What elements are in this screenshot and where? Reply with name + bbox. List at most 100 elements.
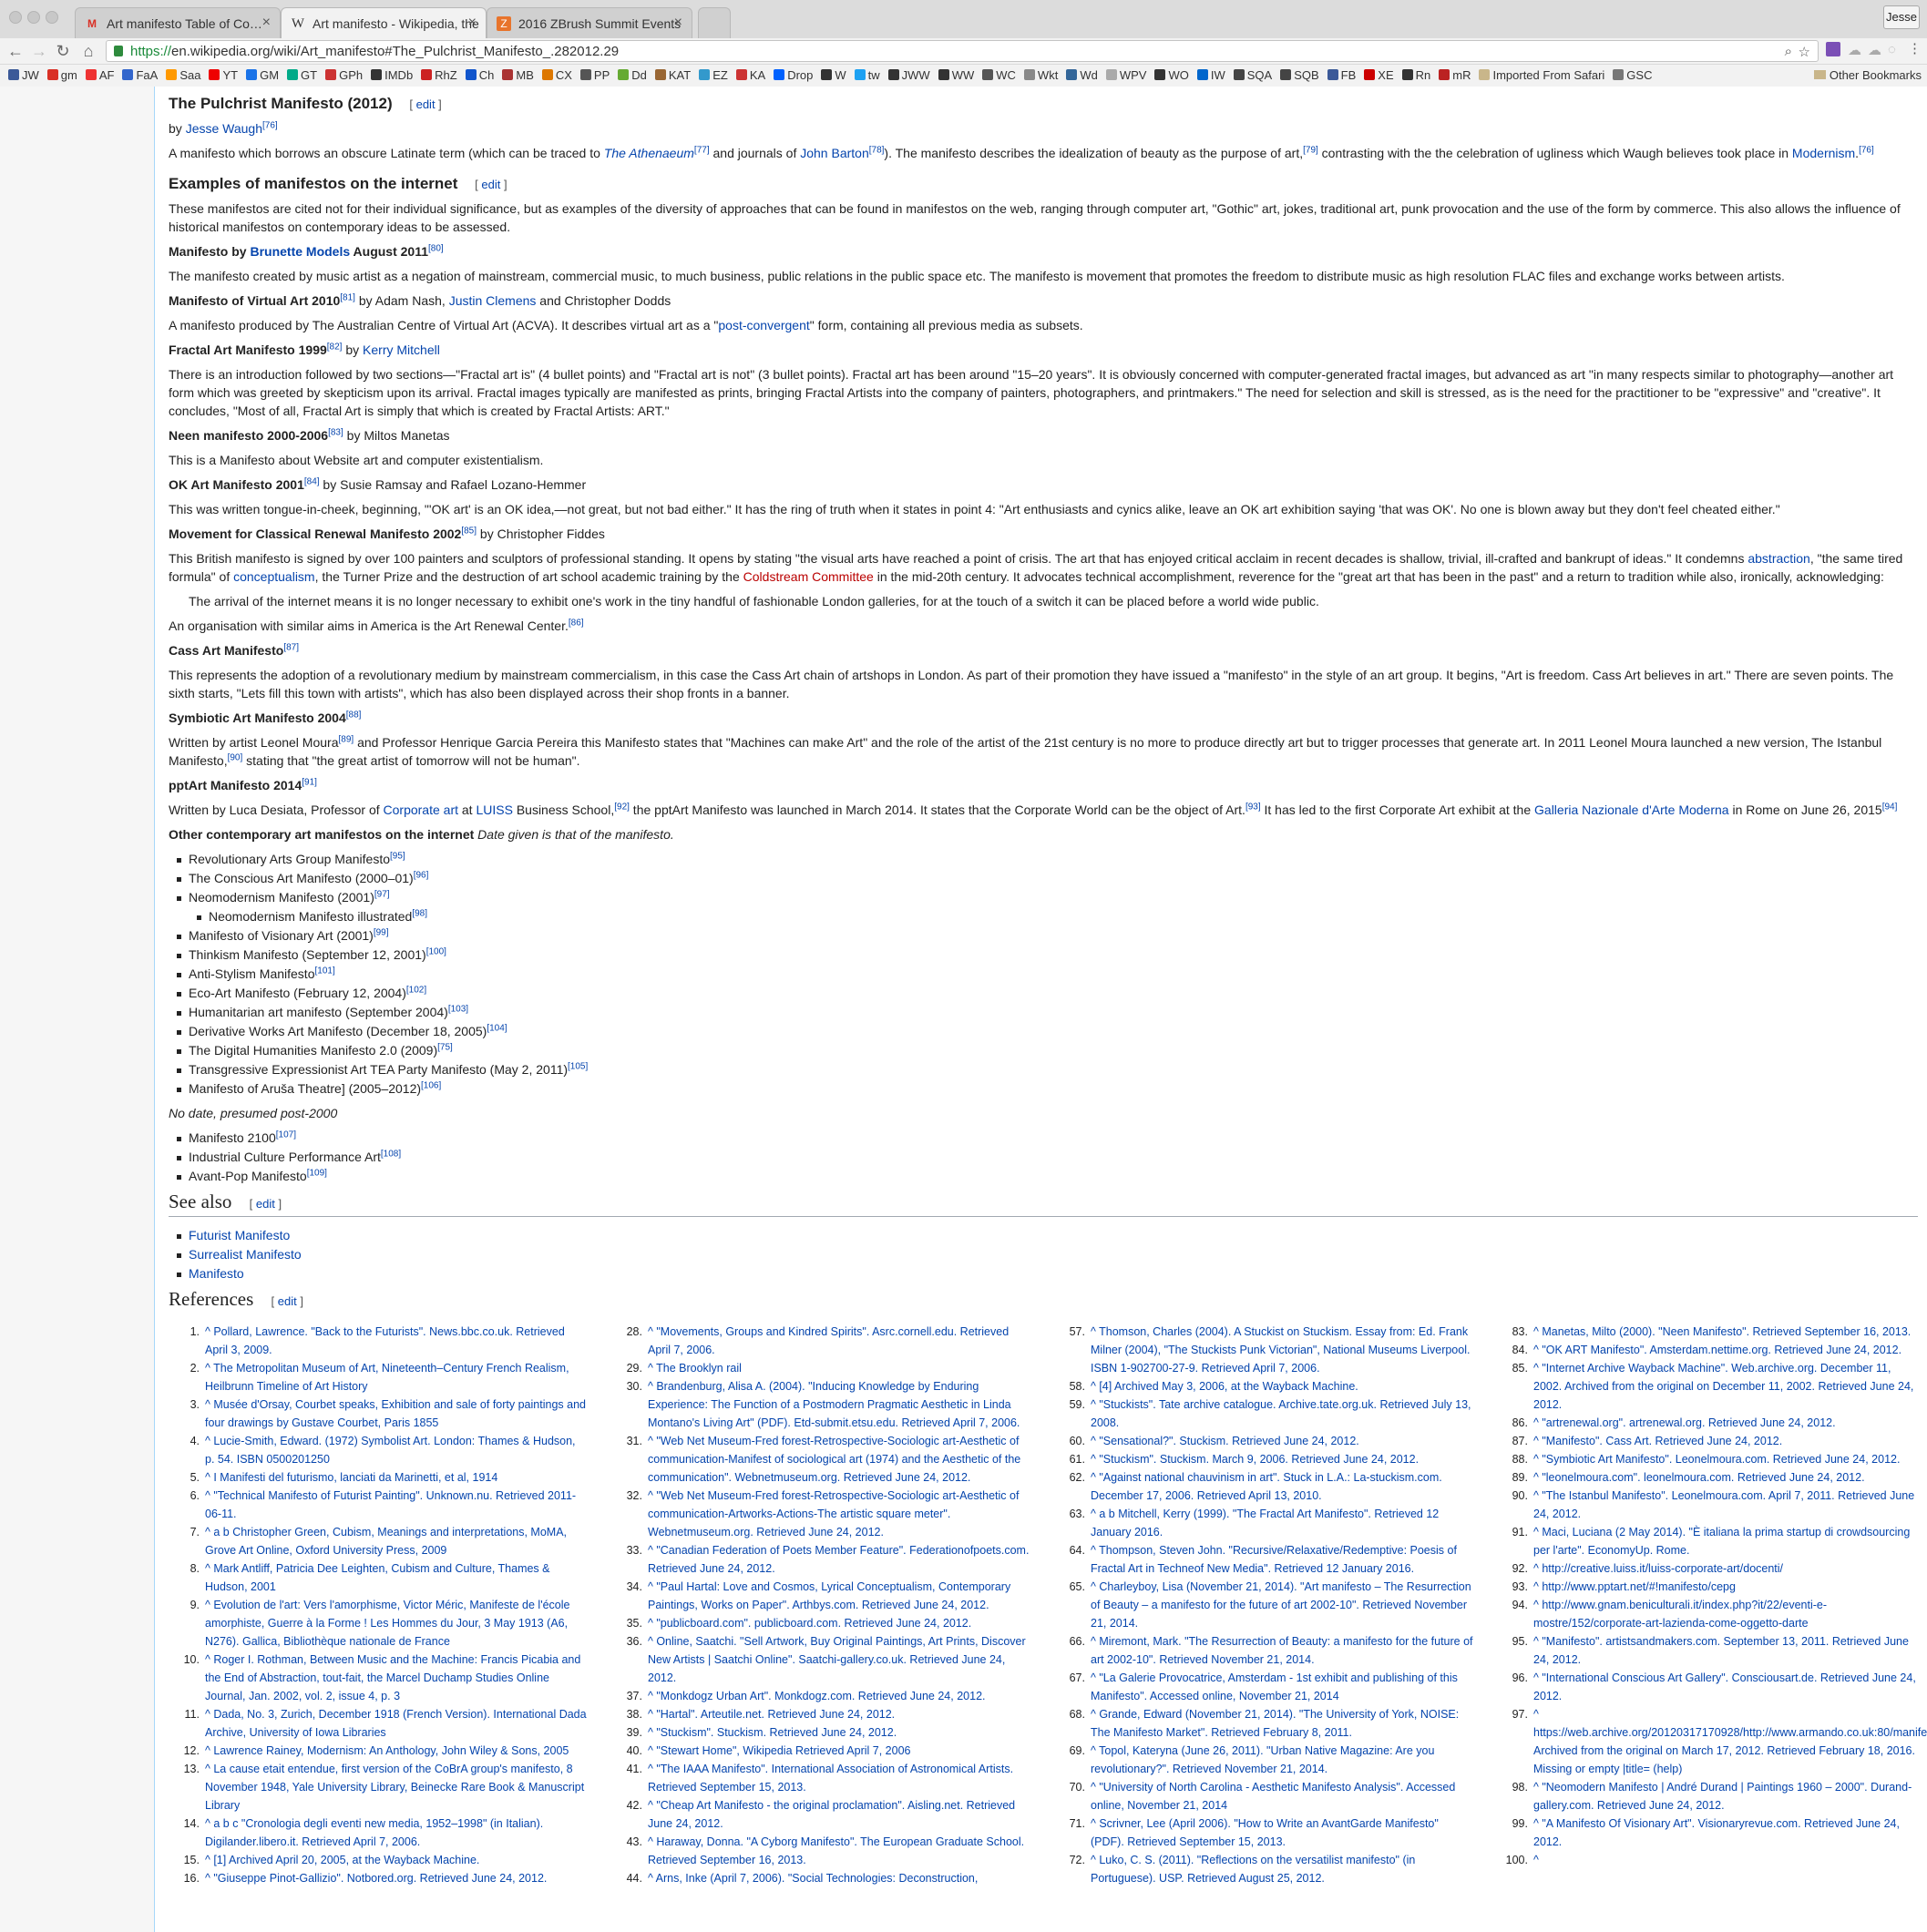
bookmark-kat[interactable]: KAT	[654, 65, 691, 87]
citation[interactable]: [88]	[346, 710, 362, 720]
bookmark-mr[interactable]: mR	[1439, 65, 1471, 87]
zoom-window-button[interactable]	[46, 11, 58, 24]
reference-text[interactable]: ^ "Paul Hartal: Love and Cosmos, Lyrical…	[648, 1580, 1010, 1611]
reference-text[interactable]: ^ "Sensational?". Stuckism. Retrieved Ju…	[1091, 1435, 1359, 1447]
reference-text[interactable]: ^ Musée d'Orsay, Courbet speaks, Exhibit…	[205, 1398, 586, 1429]
citation[interactable]: [83]	[328, 427, 343, 437]
bookmark-sqa[interactable]: SQA	[1233, 65, 1272, 87]
citation[interactable]: [75]	[437, 1042, 453, 1052]
john-barton-link[interactable]: John Barton	[800, 146, 869, 160]
citation[interactable]: [95]	[390, 851, 405, 861]
reference-text[interactable]: ^ The Metropolitan Museum of Art, Ninete…	[205, 1362, 569, 1393]
citation[interactable]: [103]	[448, 1004, 468, 1014]
reference-text[interactable]: ^ Lawrence Rainey, Modernism: An Antholo…	[205, 1744, 569, 1757]
reference-text[interactable]: ^ Thomson, Charles (2004). A Stuckist on…	[1091, 1325, 1470, 1375]
reference-text[interactable]: ^ "Giuseppe Pinot-Gallizio". Notbored.or…	[205, 1872, 547, 1885]
new-tab-button[interactable]	[698, 7, 731, 38]
reference-text[interactable]: ^ "University of North Carolina - Aesthe…	[1091, 1781, 1455, 1812]
bookmark-ez[interactable]: EZ	[699, 65, 728, 87]
bookmark-rn[interactable]: Rn	[1401, 65, 1430, 87]
reference-text[interactable]: ^ "International Conscious Art Gallery".…	[1533, 1671, 1916, 1702]
menu-icon[interactable]: ⋮	[1908, 40, 1922, 56]
reference-text[interactable]: ^ https://web.archive.org/20120317170928…	[1533, 1708, 1927, 1775]
justin-clemens-link[interactable]: Justin Clemens	[449, 293, 537, 308]
see-also-link[interactable]: Surrealist Manifesto	[189, 1247, 302, 1262]
author-link[interactable]: Jesse Waugh	[186, 121, 262, 136]
citation[interactable]: [94]	[1882, 802, 1898, 812]
citation[interactable]: [91]	[302, 777, 317, 787]
bookmark-rhz[interactable]: RhZ	[421, 65, 457, 87]
reference-text[interactable]: ^ I Manifesti del futurismo, lanciati da…	[205, 1471, 497, 1484]
citation[interactable]: [100]	[426, 946, 446, 956]
reference-text[interactable]: ^ Grande, Edward (November 21, 2014). "T…	[1091, 1708, 1459, 1739]
citation[interactable]: [96]	[414, 870, 429, 880]
citation[interactable]: [99]	[374, 927, 389, 937]
extension-icon[interactable]: ☁	[1868, 42, 1881, 58]
citation[interactable]: [82]	[327, 342, 343, 352]
reference-text[interactable]: ^ http://www.pptart.net/#!manifesto/cepg	[1533, 1580, 1736, 1593]
reference-text[interactable]: ^ "Stuckism". Stuckism. Retrieved June 2…	[648, 1726, 897, 1739]
reference-text[interactable]: ^ Pollard, Lawrence. "Back to the Futuri…	[205, 1325, 565, 1356]
bookmark-jw[interactable]: JW	[8, 65, 39, 87]
close-tab-icon[interactable]: ×	[262, 15, 271, 31]
profile-button[interactable]: Jesse	[1883, 5, 1920, 29]
reference-text[interactable]: ^ "publicboard.com". publicboard.com. Re…	[648, 1617, 971, 1630]
reference-text[interactable]: ^ Dada, No. 3, Zurich, December 1918 (Fr…	[205, 1708, 587, 1739]
luiss-link[interactable]: LUISS	[476, 802, 512, 817]
bookmark-wc[interactable]: WC	[982, 65, 1016, 87]
reference-text[interactable]: ^ Roger I. Rothman, Between Music and th…	[205, 1653, 580, 1702]
extension-icon[interactable]	[1826, 42, 1840, 56]
bookmark-ch[interactable]: Ch	[465, 65, 494, 87]
reference-text[interactable]: ^ The Brooklyn rail	[648, 1362, 742, 1375]
close-tab-icon[interactable]: ×	[468, 15, 477, 31]
tab-art-manifesto-toc[interactable]: M Art manifesto Table of Co… ×	[75, 7, 281, 38]
reference-text[interactable]: ^ "Neomodern Manifesto | André Durand | …	[1533, 1781, 1912, 1812]
bookmark-mb[interactable]: MB	[502, 65, 534, 87]
citation[interactable]: [104]	[487, 1023, 507, 1033]
bookmark-w[interactable]: W	[821, 65, 846, 87]
tab-zbrush-summit[interactable]: Z 2016 ZBrush Summit Events ×	[487, 7, 692, 38]
bookmark-ka[interactable]: KA	[735, 65, 765, 87]
bookmark-wd[interactable]: Wd	[1066, 65, 1098, 87]
reference-text[interactable]: ^ Scrivner, Lee (April 2006). "How to Wr…	[1091, 1817, 1439, 1848]
conceptualism-link[interactable]: conceptualism	[233, 569, 315, 584]
bookmark-gt[interactable]: GT	[287, 65, 317, 87]
bookmark-xe[interactable]: XE	[1364, 65, 1394, 87]
citation[interactable]: [105]	[568, 1061, 588, 1071]
citation[interactable]: [79]	[1303, 145, 1318, 155]
reference-text[interactable]: ^ "OK ART Manifesto". Amsterdam.nettime.…	[1533, 1344, 1901, 1356]
citation[interactable]: [89]	[339, 734, 354, 744]
reference-text[interactable]: ^ Charleyboy, Lisa (November 21, 2014). …	[1091, 1580, 1471, 1630]
reference-text[interactable]: ^ "Stewart Home", Wikipedia Retrieved Ap…	[648, 1744, 910, 1757]
post-convergent-link[interactable]: post-convergent	[718, 318, 809, 332]
reference-text[interactable]: ^ "Web Net Museum-Fred forest-Retrospect…	[648, 1435, 1020, 1484]
citation[interactable]: [85]	[461, 526, 477, 536]
citation[interactable]: [81]	[340, 292, 355, 302]
see-also-link[interactable]: Manifesto	[189, 1266, 244, 1281]
gnam-link[interactable]: Galleria Nazionale d'Arte Moderna	[1534, 802, 1729, 817]
citation[interactable]: [78]	[869, 145, 885, 155]
bookmark-wo[interactable]: WO	[1154, 65, 1189, 87]
home-icon[interactable]: ⌂	[78, 41, 98, 61]
reference-text[interactable]: ^ "Against national chauvinism in art". …	[1091, 1471, 1442, 1502]
kerry-mitchell-link[interactable]: Kerry Mitchell	[363, 342, 440, 357]
coldstream-committee-link[interactable]: Coldstream Committee	[743, 569, 874, 584]
bookmark-drop[interactable]: Drop	[774, 65, 813, 87]
reference-text[interactable]: ^ a b Mitchell, Kerry (1999). "The Fract…	[1091, 1508, 1439, 1538]
bookmark-jww[interactable]: JWW	[887, 65, 930, 87]
bookmark-yt[interactable]: YT	[209, 65, 238, 87]
reference-text[interactable]: ^ "Stuckism". Stuckism. March 9, 2006. R…	[1091, 1453, 1419, 1466]
bookmark-tw[interactable]: tw	[854, 65, 880, 87]
reference-text[interactable]: ^ "leonelmoura.com". leonelmoura.com. Re…	[1533, 1471, 1865, 1484]
extension-icon[interactable]: ◌	[1888, 42, 1896, 57]
bookmark-faa[interactable]: FaA	[122, 65, 158, 87]
citation[interactable]: [76]	[262, 120, 278, 130]
citation[interactable]: [108]	[381, 1149, 401, 1159]
bookmark-dd[interactable]: Dd	[618, 65, 647, 87]
bookmark-gsc[interactable]: GSC	[1613, 65, 1652, 87]
edit-link[interactable]: edit	[278, 1294, 297, 1308]
reference-text[interactable]: ^ http://www.gnam.beniculturali.it/index…	[1533, 1599, 1827, 1630]
citation[interactable]: [92]	[614, 802, 630, 812]
forward-icon[interactable]: →	[29, 41, 49, 61]
reference-text[interactable]: ^ "Stuckists". Tate archive catalogue. A…	[1091, 1398, 1471, 1429]
